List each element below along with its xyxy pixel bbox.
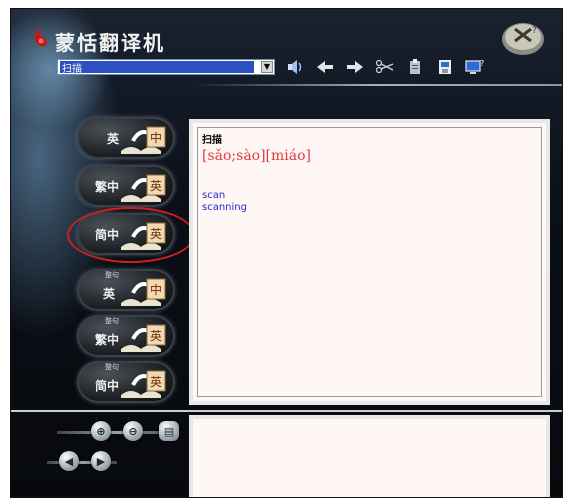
back-button[interactable] [313,56,337,78]
result-pane: 扫描 [sǎo;sào][miáo] scan scanning [189,119,550,405]
svg-text:?: ? [480,59,484,68]
mode-target: 英 [150,375,162,389]
mode-target: 中 [150,130,162,145]
app-title: 蒙恬翻译机 [55,31,165,55]
scissors-icon [375,59,394,74]
app-logo-icon [34,28,47,47]
mode-target: 中 [150,282,162,297]
result-phonetic: [sǎo;sào][miáo] [202,148,312,164]
zoom-in-icon: ⊕ [96,424,106,438]
mode-label: 英 [107,132,120,146]
zoom-in-button[interactable]: ⊕ [91,421,111,441]
book-translate-icon: 英 [121,324,166,352]
mode-label: 简中 [95,379,120,393]
definition-list: scan scanning [202,190,537,214]
mode-target: 英 [150,329,162,343]
forward-arrow-icon [347,61,363,73]
mode-sentence-zhs-en-button[interactable]: 整句 简中 英 [77,361,175,403]
search-input[interactable] [60,61,254,73]
help-button[interactable]: ? [463,56,487,78]
help-monitor-icon: ? [465,59,484,74]
search-combobox[interactable]: ▼ [57,59,275,75]
dropdown-arrow-icon[interactable]: ▼ [261,61,273,73]
zoom-out-icon: ⊖ [128,424,138,438]
input-pane[interactable] [189,415,550,497]
right-arrow-icon: ▶ [96,454,106,468]
mode-label: 简中 [95,228,120,242]
back-arrow-icon [317,61,333,73]
header-divider [191,84,562,86]
left-arrow-icon: ◀ [64,454,74,468]
mode-en-zh-button[interactable]: 英 中 [77,117,175,159]
mode-tiny-label: 整句 [105,317,119,325]
mode-label: 繁中 [95,180,120,194]
mode-sentence-zht-en-button[interactable]: 整句 繁中 英 [77,315,175,357]
definition-item: scanning [202,202,247,213]
save-button[interactable] [433,56,457,78]
mode-zhs-en-button[interactable]: 简中 英 [77,213,175,255]
mode-tiny-label: 整句 [105,271,119,279]
result-word: 扫描 [202,135,222,146]
mode-sentence-en-zh-button[interactable]: 整句 英 中 [77,269,175,311]
translator-window: 蒙恬翻译机 ? ▼ [10,8,563,498]
cut-button[interactable] [373,56,397,78]
speaker-icon [288,60,302,74]
book-translate-icon: 英 [121,174,166,202]
mode-tiny-label: 整句 [105,363,119,371]
book-translate-icon: 中 [121,126,166,154]
mode-target: 英 [150,179,162,193]
close-help-button[interactable]: ? [500,19,546,57]
lower-divider [11,410,562,412]
svg-text:?: ? [532,26,537,36]
mode-label: 繁中 [95,333,120,347]
save-icon [439,60,451,74]
definition-item: scan [202,190,226,201]
result-content[interactable]: 扫描 [sǎo;sào][miáo] scan scanning [197,127,542,397]
print-button[interactable]: ▤ [159,421,179,441]
toolbar: ? [283,56,487,80]
forward-button[interactable] [343,56,367,78]
zoom-out-button[interactable]: ⊖ [123,421,143,441]
mode-label: 英 [103,287,116,301]
next-button[interactable]: ▶ [91,451,111,471]
mode-target: 英 [150,227,162,241]
book-translate-icon: 英 [121,222,166,250]
book-translate-icon: 英 [121,370,166,398]
printer-icon: ▤ [163,424,175,438]
speaker-button[interactable] [283,56,307,78]
prev-button[interactable]: ◀ [59,451,79,471]
book-translate-icon: 中 [121,278,166,306]
clipboard-icon [410,59,420,74]
copy-button[interactable] [403,56,427,78]
mode-zht-en-button[interactable]: 繁中 英 [77,165,175,207]
